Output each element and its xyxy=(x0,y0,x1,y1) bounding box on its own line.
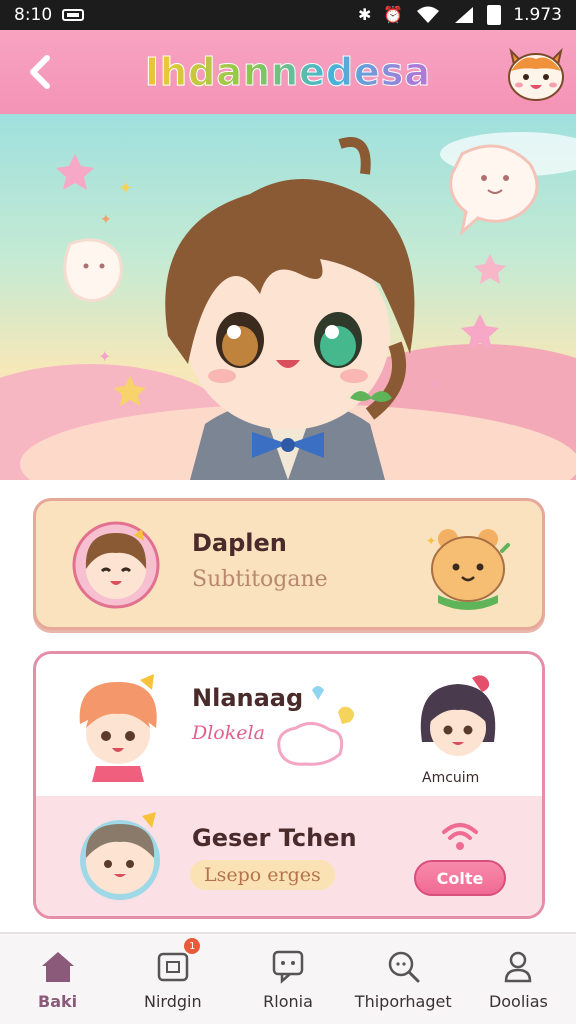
svg-text:✦: ✦ xyxy=(98,347,111,366)
profile-icon xyxy=(505,951,532,982)
calendar-icon xyxy=(157,952,189,981)
decorative-doodle-icon xyxy=(277,686,354,766)
nav-label: Thiporhaget xyxy=(354,991,452,1011)
chat-icon xyxy=(272,950,304,984)
nav-calendar[interactable]: 1 Nirdgin xyxy=(115,934,230,1024)
svg-text:✦: ✦ xyxy=(426,534,436,548)
character-avatar-1 xyxy=(72,521,160,609)
nav-home[interactable]: Baki xyxy=(0,934,115,1024)
nav-search[interactable]: Thiporhaget xyxy=(346,934,461,1024)
notification-badge: 1 xyxy=(184,938,201,954)
nav-label: Nirdgin xyxy=(144,991,202,1011)
signal-icon xyxy=(455,7,474,23)
wifi-signal-icon xyxy=(442,823,478,850)
card-title: Daplen xyxy=(192,529,287,557)
character-avatar-2 xyxy=(79,674,157,782)
app-header: Ihdannedesa xyxy=(0,30,576,114)
status-extra: 3 xyxy=(551,5,562,25)
list-item-title: Geser Tchen xyxy=(192,824,357,852)
profile-avatar-button[interactable] xyxy=(496,30,576,114)
search-icon xyxy=(388,951,420,982)
home-icon xyxy=(41,951,74,982)
list-item-tag: Lsepo erges xyxy=(190,860,335,890)
avatar-caption: Amcuim xyxy=(422,770,480,786)
bear-mascot-icon: ✦ xyxy=(426,529,510,610)
cat-mascot-icon xyxy=(508,47,564,101)
back-button[interactable] xyxy=(0,30,80,114)
card-subtitle: Subtitogane xyxy=(192,567,328,592)
battery-text: 1.97 xyxy=(513,5,552,25)
svg-text:✦: ✦ xyxy=(430,377,442,393)
character-card-1[interactable]: Daplen Subtitogane ✦ xyxy=(33,498,545,630)
bottom-navigation: Baki 1 Nirdgin Rlonia Thiporhaget Doolia… xyxy=(0,932,576,1024)
hero-banner: ✦ ✦ ✦ ✦ xyxy=(0,114,576,480)
battery-icon xyxy=(487,5,502,25)
nav-label: Doolias xyxy=(488,991,548,1011)
nav-profile[interactable]: Doolias xyxy=(461,934,576,1024)
character-avatar-4 xyxy=(80,812,160,900)
wifi-icon xyxy=(417,6,440,23)
notification-icon xyxy=(62,9,85,21)
alarm-icon: ⏰ xyxy=(383,5,404,24)
svg-text:✦: ✦ xyxy=(118,178,133,199)
character-avatar-3 xyxy=(420,675,496,756)
nav-label: Rlonia xyxy=(263,991,313,1011)
character-list-card: Nlanaag Dlokela Amcuim Geser Tchen Lsepo… xyxy=(33,651,545,919)
back-arrow-icon xyxy=(30,55,50,89)
status-time: 8:10 xyxy=(14,5,53,25)
svg-text:✦: ✦ xyxy=(100,212,112,228)
hero-character-illustration: ✦ ✦ ✦ ✦ xyxy=(0,132,576,480)
nav-chat[interactable]: Rlonia xyxy=(230,934,345,1024)
page-title: Ihdannedesa xyxy=(80,50,496,95)
list-item-subtitle: Dlokela xyxy=(192,722,265,744)
status-bar: 8:10 ✱ ⏰ 1.973 xyxy=(0,0,576,30)
nav-label: Baki xyxy=(38,991,78,1011)
connect-button[interactable]: Colte xyxy=(414,860,506,896)
bluetooth-icon: ✱ xyxy=(357,5,372,24)
